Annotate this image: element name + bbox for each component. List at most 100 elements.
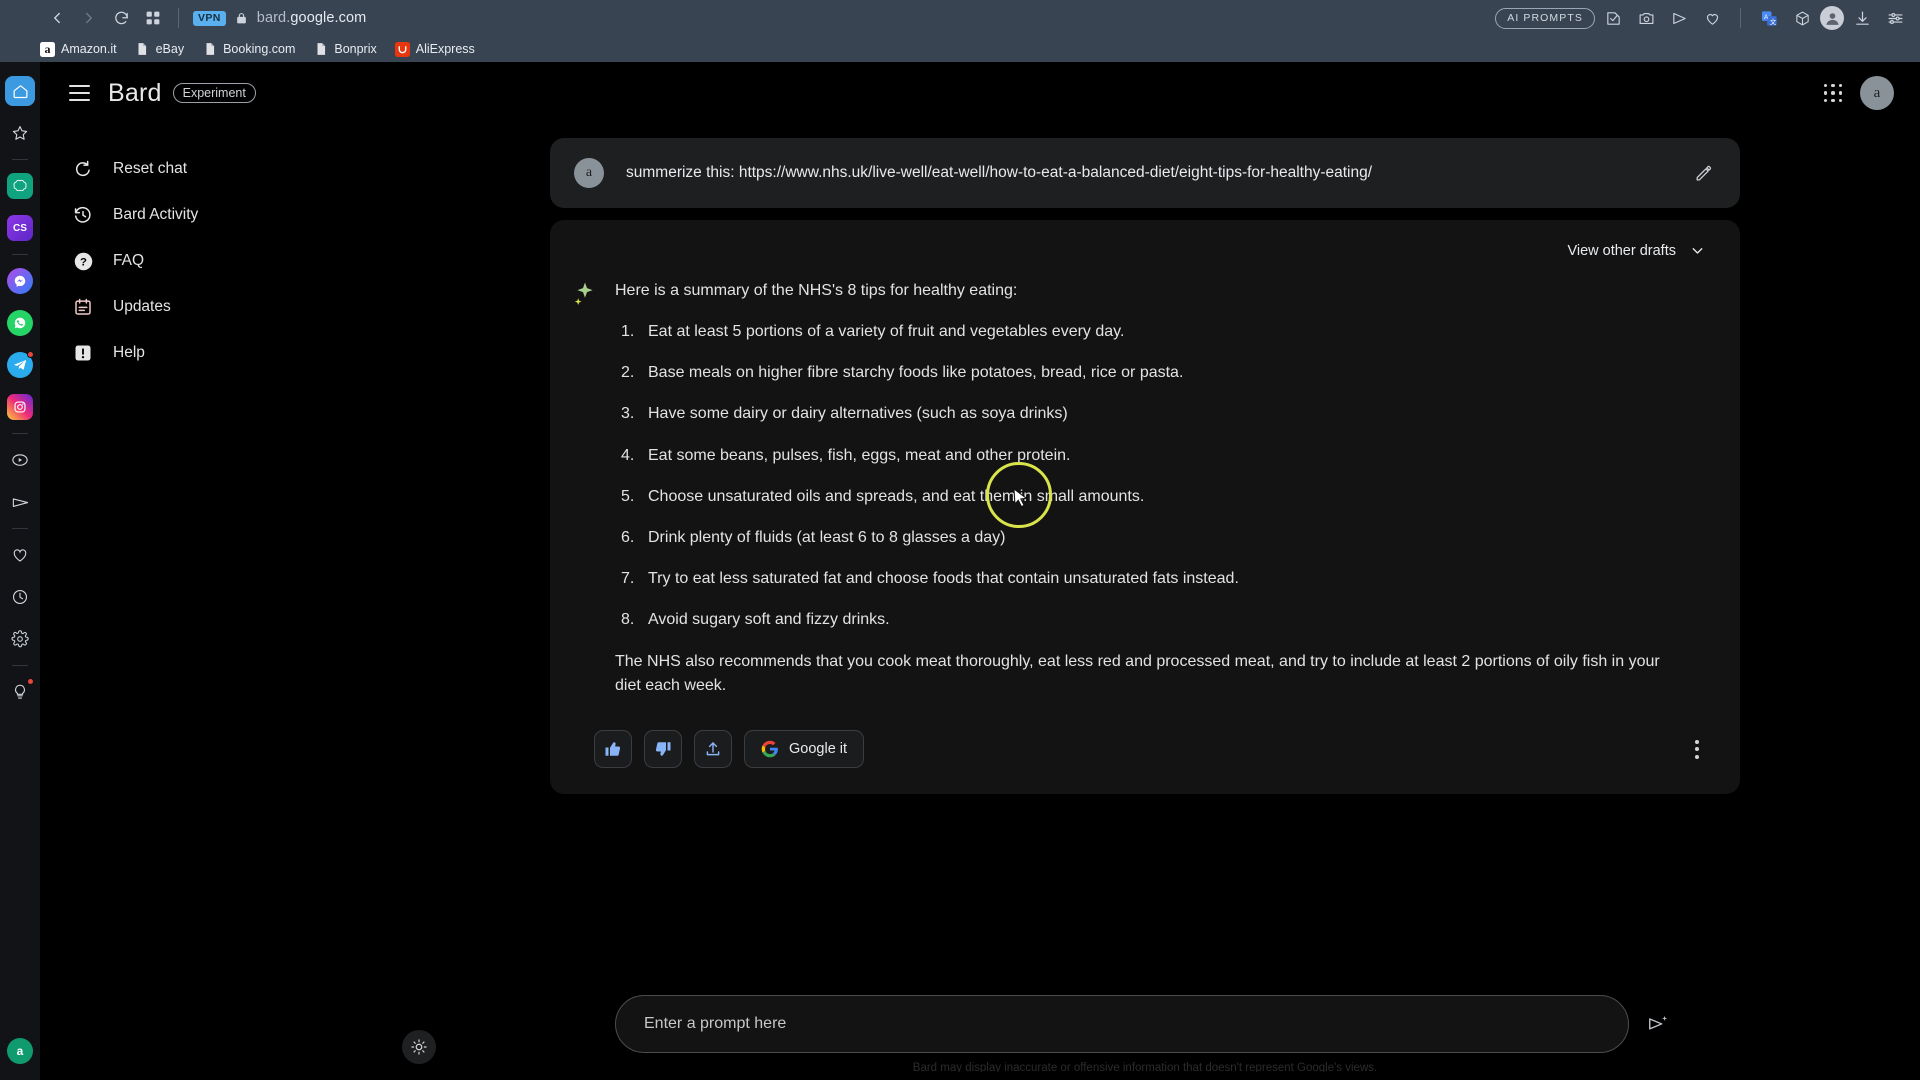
sidebar-item-bard-activity[interactable]: Bard Activity — [54, 192, 370, 238]
rail-item-account[interactable]: a — [5, 1036, 35, 1066]
google-apps-grid-icon[interactable] — [1823, 83, 1842, 103]
rail-item-cs[interactable]: CS — [5, 213, 35, 243]
rail-item-video[interactable] — [5, 445, 35, 475]
settings-sliders-icon[interactable] — [1880, 3, 1910, 33]
rail-item-chatgpt[interactable] — [5, 171, 35, 201]
annotate-icon[interactable] — [1598, 3, 1628, 33]
rail-item-messenger[interactable] — [5, 266, 35, 296]
rail-divider — [12, 159, 28, 160]
profile-avatar[interactable] — [1820, 6, 1844, 30]
google-it-label: Google it — [789, 741, 848, 758]
reload-button[interactable] — [106, 3, 136, 33]
vpn-badge[interactable]: VPN — [193, 10, 226, 26]
answer-card: View other drafts Here is a summary of t… — [550, 220, 1740, 795]
avatar[interactable]: a — [1860, 76, 1894, 110]
back-button[interactable] — [42, 3, 72, 33]
extensions-cube-icon[interactable] — [1787, 3, 1817, 33]
prompt-input-wrapper[interactable] — [615, 995, 1629, 1053]
history-icon — [72, 204, 94, 226]
prompt-input[interactable] — [644, 1015, 1600, 1033]
submit-prompt-button[interactable] — [1641, 1007, 1675, 1041]
reset-icon — [72, 158, 94, 180]
bookmark-booking[interactable]: Booking.com — [202, 42, 295, 57]
composer-row — [615, 995, 1675, 1053]
rail-item-favorites[interactable] — [5, 118, 35, 148]
answer-tip-item: Eat some beans, pulses, fish, eggs, meat… — [621, 444, 1071, 467]
bookmark-ebay[interactable]: eBay — [135, 42, 185, 57]
page-title: Bard — [108, 78, 162, 107]
address-bar[interactable]: VPN bard.google.com — [193, 10, 1495, 26]
more-options-button[interactable] — [1680, 732, 1714, 766]
sidebar-item-updates[interactable]: Updates — [54, 284, 370, 330]
rail-item-settings[interactable] — [5, 624, 35, 654]
aliexpress-icon — [394, 41, 410, 57]
app-header: Bard Experiment a — [40, 62, 1920, 124]
ai-prompts-pill[interactable]: AI PROMPTS — [1495, 7, 1595, 29]
view-other-drafts-button[interactable]: View other drafts — [1559, 236, 1714, 265]
help-alert-icon — [72, 342, 94, 364]
send-icon[interactable] — [1664, 3, 1694, 33]
rail-item-telegram[interactable] — [5, 350, 35, 380]
share-export-button[interactable] — [694, 730, 732, 769]
disclaimer-text: Bard may display inaccurate or offensive… — [912, 1062, 1378, 1072]
bookmarks-bar: a Amazon.it eBay Booking.com Bonprix Ali… — [0, 36, 1920, 62]
screenshot-camera-icon[interactable] — [1631, 3, 1661, 33]
page-icon — [313, 42, 328, 57]
account-a-icon: a — [7, 1038, 33, 1064]
messenger-icon — [7, 268, 33, 294]
answer-intro: Here is a summary of the NHS's 8 tips fo… — [615, 282, 1018, 299]
faq-icon: ? — [72, 250, 94, 272]
sidebar-nav: Reset chat Bard Activity ? FAQ Updates H… — [40, 124, 370, 1080]
bookmark-label: eBay — [155, 42, 185, 56]
drafts-row: View other drafts — [572, 236, 1714, 265]
answer-tip-item: Avoid sugary soft and fizzy drinks. — [621, 608, 890, 631]
bookmark-bonprix[interactable]: Bonprix — [313, 42, 377, 57]
thumbs-down-button[interactable] — [644, 730, 682, 769]
svg-text:?: ? — [80, 256, 87, 268]
conversation-content: a summerize this: https://www.nhs.uk/liv… — [550, 138, 1740, 795]
notification-badge — [27, 351, 34, 358]
favorite-heart-icon[interactable] — [1697, 3, 1727, 33]
bookmark-aliexpress[interactable]: AliExpress — [394, 41, 475, 57]
thumbs-up-button[interactable] — [594, 730, 632, 769]
google-it-button[interactable]: Google it — [744, 730, 865, 769]
sidebar-item-reset-chat[interactable]: Reset chat — [54, 146, 370, 192]
sidebar-item-help[interactable]: Help — [54, 330, 370, 376]
url-text[interactable]: bard.google.com — [257, 10, 367, 26]
rail-item-history[interactable] — [5, 582, 35, 612]
calendar-icon — [72, 296, 94, 318]
rail-divider — [12, 254, 28, 255]
rail-item-send[interactable] — [5, 487, 35, 517]
bookmark-amazon[interactable]: a Amazon.it — [40, 41, 117, 57]
bard-sparkle-icon — [572, 279, 598, 698]
translate-icon[interactable]: A文 — [1754, 3, 1784, 33]
sidebar-item-label: Updates — [113, 298, 171, 315]
edit-prompt-icon[interactable] — [1688, 158, 1718, 188]
bookmark-label: Amazon.it — [61, 42, 117, 56]
menu-icon[interactable] — [58, 72, 100, 114]
forward-button[interactable] — [74, 3, 104, 33]
rail-item-ideas[interactable] — [5, 677, 35, 707]
tab-search-icon[interactable] — [138, 3, 168, 33]
answer-body: Here is a summary of the NHS's 8 tips fo… — [615, 279, 1714, 698]
theme-toggle-button[interactable] — [402, 1030, 436, 1064]
rail-item-home[interactable] — [5, 76, 35, 106]
user-query-text: summerize this: https://www.nhs.uk/live-… — [626, 164, 1373, 181]
sidebar-item-label: Bard Activity — [113, 206, 199, 223]
page-icon — [135, 42, 150, 57]
page-icon — [202, 42, 217, 57]
composer-area: Bard may display inaccurate or offensive… — [370, 995, 1920, 1080]
rail-item-whatsapp[interactable] — [5, 308, 35, 338]
whatsapp-icon — [7, 310, 33, 336]
conversation-scroll[interactable]: a summerize this: https://www.nhs.uk/liv… — [370, 124, 1920, 995]
download-icon[interactable] — [1847, 3, 1877, 33]
toolbar-divider — [178, 8, 179, 28]
answer-main: Here is a summary of the NHS's 8 tips fo… — [572, 279, 1714, 698]
rail-item-saved[interactable] — [5, 540, 35, 570]
avatar: a — [574, 158, 604, 188]
bookmark-label: Booking.com — [223, 42, 296, 56]
sidebar-item-faq[interactable]: ? FAQ — [54, 238, 370, 284]
answer-actions: Google it — [594, 730, 1714, 769]
answer-tip-item: Try to eat less saturated fat and choose… — [621, 567, 1239, 590]
rail-item-instagram[interactable] — [5, 392, 35, 422]
